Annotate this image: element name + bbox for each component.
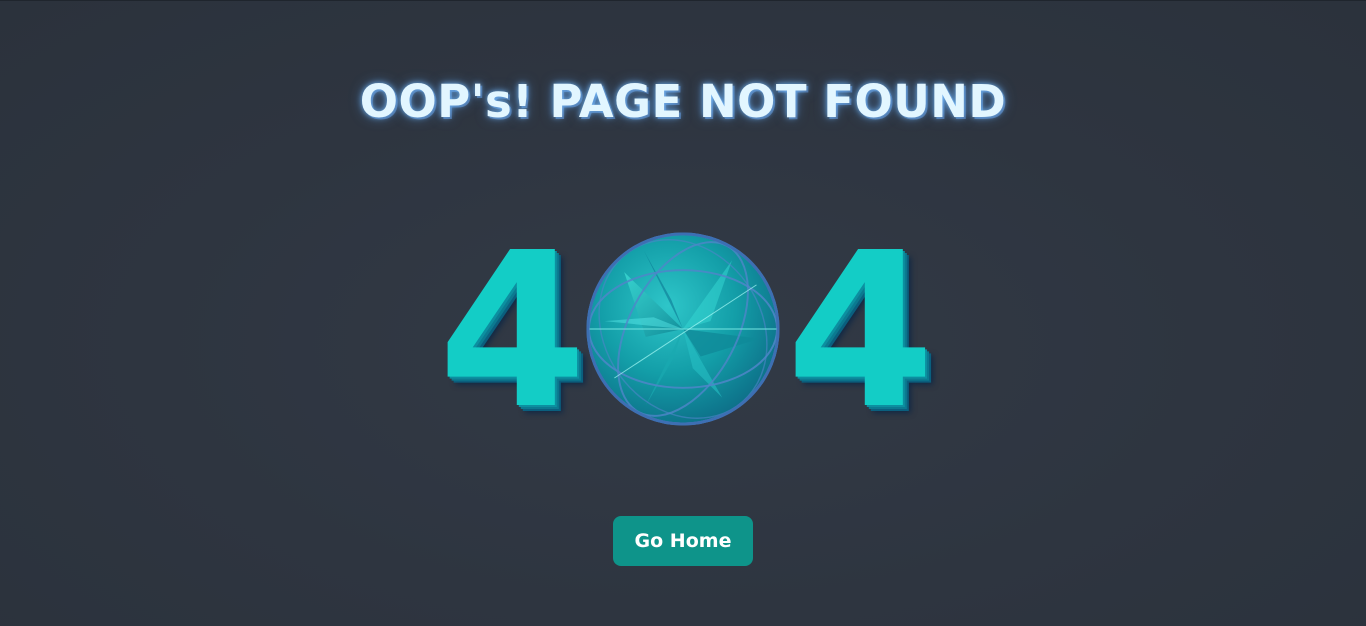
go-home-button[interactable]: Go Home — [613, 516, 753, 566]
not-found-page: OOP's! PAGE NOT FOUND 4 4 Go Home — [0, 0, 1366, 626]
globe-icon — [586, 232, 780, 426]
error-digit-left: 4 — [438, 207, 587, 456]
error-digit-right: 4 — [786, 207, 935, 456]
